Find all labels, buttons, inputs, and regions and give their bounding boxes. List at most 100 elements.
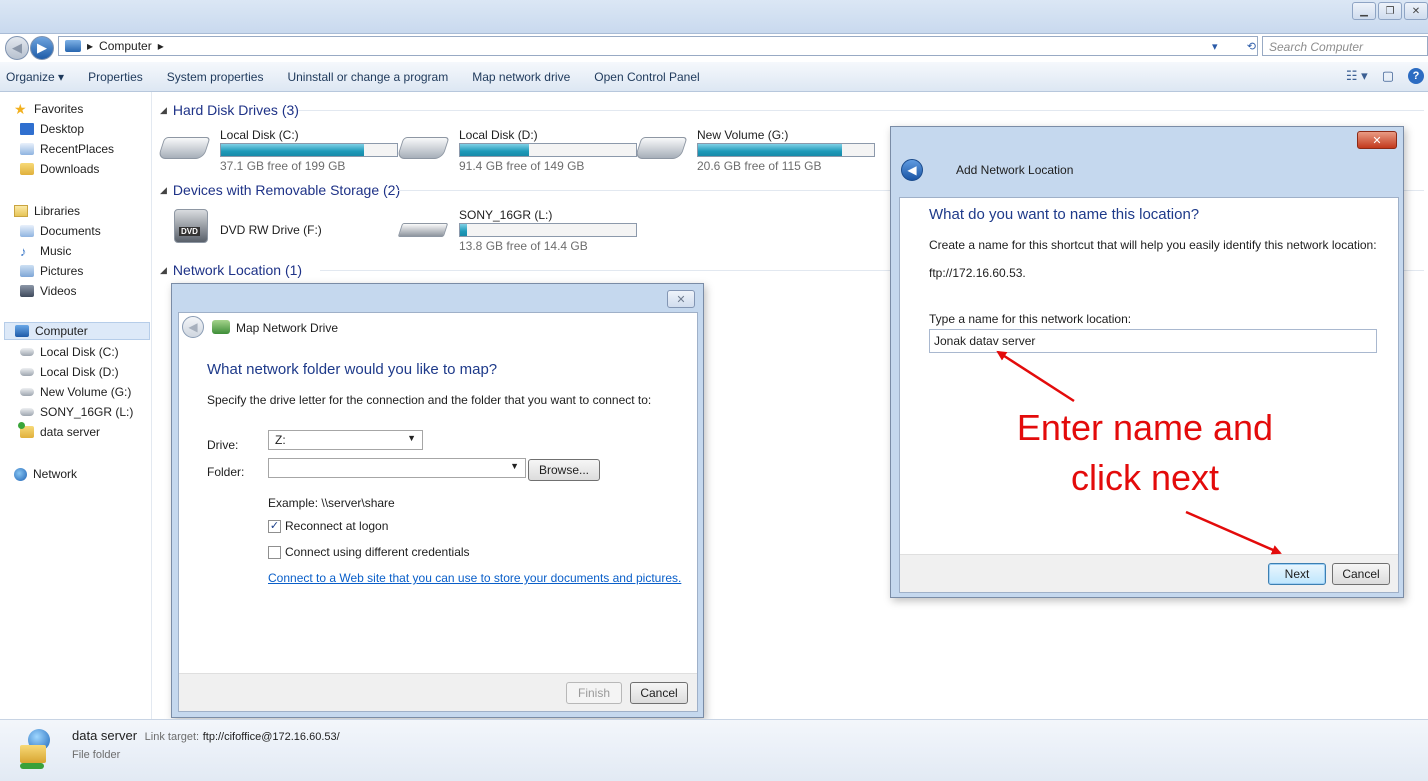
sidebar-item-new-volume-g[interactable]: New Volume (G:) [20, 383, 131, 401]
close-icon[interactable]: ✕ [1404, 2, 1428, 20]
open-control-panel-button[interactable]: Open Control Panel [582, 70, 711, 84]
drive-item-d[interactable]: Local Disk (D:) 91.4 GB free of 149 GB [396, 127, 637, 173]
group-header-network[interactable]: ◢ Network Location (1) [160, 261, 302, 279]
details-type: File folder [72, 749, 121, 761]
usage-bar-fill [698, 144, 843, 156]
maximize-icon[interactable]: ❐ [1378, 2, 1402, 20]
sidebar-item-pictures[interactable]: Pictures [20, 262, 83, 280]
sidebar-item-desktop[interactable]: Desktop [20, 120, 84, 138]
sidebar-item-libraries[interactable]: Libraries [14, 202, 80, 220]
libraries-icon [14, 205, 28, 217]
pictures-icon [20, 265, 34, 277]
star-icon: ★ [14, 101, 27, 117]
sidebar-item-videos[interactable]: Videos [20, 282, 76, 300]
hard-disk-icon [634, 137, 688, 159]
back-arrow-icon[interactable]: ◀ [182, 316, 204, 338]
group-header-removable[interactable]: ◢ Devices with Removable Storage (2) [160, 181, 400, 199]
usage-bar-fill [460, 224, 468, 236]
breadcrumb-computer[interactable]: Computer [99, 39, 152, 53]
minimize-icon[interactable]: ▁ [1352, 2, 1376, 20]
dialog-body: ◀ Map Network Drive What network folder … [178, 312, 698, 712]
chevron-down-icon: ▼ [510, 461, 519, 471]
drive-label: Drive: [207, 438, 239, 452]
drive-item-c[interactable]: Local Disk (C:) 37.1 GB free of 199 GB [157, 127, 398, 173]
sidebar-item-favorites[interactable]: ★ Favorites [14, 100, 83, 118]
sidebar-item-data-server[interactable]: data server [18, 422, 100, 441]
music-icon: ♪ [20, 243, 27, 259]
sidebar-item-recentplaces[interactable]: RecentPlaces [20, 140, 114, 158]
drive-item-g[interactable]: New Volume (G:) 20.6 GB free of 115 GB [634, 127, 875, 173]
back-arrow-icon[interactable]: ◀ [901, 159, 923, 181]
close-icon[interactable]: ✕ [667, 290, 695, 308]
folder-combo[interactable]: ▼ [268, 458, 526, 478]
hard-disk-icon [157, 137, 211, 159]
disk-icon [20, 348, 34, 356]
dialog-instruction: Specify the drive letter for the connect… [207, 393, 652, 407]
finish-button[interactable]: Finish [566, 682, 622, 704]
reconnect-label: Reconnect at logon [285, 519, 389, 533]
dialog-title: Map Network Drive [236, 321, 339, 335]
preview-pane-icon[interactable]: ▢ [1382, 68, 1394, 84]
sidebar-item-downloads[interactable]: Downloads [20, 160, 99, 178]
system-properties-button[interactable]: System properties [155, 70, 276, 84]
details-link-target: ftp://cifoffice@172.16.60.53/ [202, 731, 340, 743]
history-dropdown-icon[interactable]: ▾ [1212, 40, 1218, 53]
drive-letter-select[interactable]: Z: ▼ [268, 430, 423, 450]
sidebar-item-local-disk-d[interactable]: Local Disk (D:) [20, 363, 119, 381]
uninstall-program-button[interactable]: Uninstall or change a program [275, 70, 460, 84]
refresh-icon[interactable]: ⟲ [1247, 40, 1256, 53]
network-folder-icon [18, 422, 34, 438]
downloads-icon [20, 163, 34, 175]
cancel-button[interactable]: Cancel [1332, 563, 1390, 585]
collapse-icon: ◢ [160, 104, 167, 115]
folder-label: Folder: [207, 465, 245, 479]
drive-item-f[interactable]: DVD DVD RW Drive (F:) [168, 207, 404, 253]
cancel-button[interactable]: Cancel [630, 682, 688, 704]
network-drive-icon [212, 320, 230, 334]
usage-bar [697, 143, 875, 157]
dialog-heading: What network folder would you like to ma… [207, 361, 498, 378]
annotation-text: Enter name and click next [1016, 407, 1274, 498]
sidebar-item-local-disk-c[interactable]: Local Disk (C:) [20, 343, 119, 361]
properties-button[interactable]: Properties [76, 70, 155, 84]
sidebar-item-documents[interactable]: Documents [20, 222, 101, 240]
reconnect-checkbox[interactable]: ✓ [268, 520, 281, 533]
dialog-footer: Next Cancel [900, 554, 1398, 592]
details-link-label: Link target: [144, 731, 200, 743]
different-credentials-checkbox[interactable] [268, 546, 281, 559]
sidebar-item-network[interactable]: Network [14, 465, 77, 483]
back-button[interactable]: ◀ [5, 36, 29, 60]
help-icon[interactable]: ? [1408, 68, 1424, 84]
chevron-down-icon: ▼ [407, 433, 416, 443]
computer-icon [15, 325, 29, 337]
group-header-hard-disks[interactable]: ◢ Hard Disk Drives (3) [160, 101, 299, 119]
chevron-right-icon[interactable]: ▸ [158, 39, 164, 53]
dialog-heading: What do you want to name this location? [929, 206, 1200, 223]
usb-drive-icon [397, 223, 449, 237]
collapse-icon: ◢ [160, 184, 167, 195]
search-input[interactable]: Search Computer [1262, 36, 1428, 56]
address-bar[interactable]: ▸ Computer ▸ [58, 36, 1258, 56]
view-options-icon[interactable]: ☷ ▾ [1346, 68, 1368, 84]
map-network-drive-button[interactable]: Map network drive [460, 70, 582, 84]
next-button[interactable]: Next [1268, 563, 1326, 585]
web-site-link[interactable]: Connect to a Web site that you can use t… [268, 571, 681, 585]
hard-disk-icon [396, 137, 450, 159]
different-credentials-label: Connect using different credentials [285, 545, 470, 559]
folder-example: Example: \\server\share [268, 496, 395, 510]
sidebar-item-music[interactable]: ♪ Music [20, 242, 71, 260]
organize-button[interactable]: Organize ▾ [0, 70, 76, 84]
browse-button[interactable]: Browse... [528, 459, 600, 481]
dialog-footer: Finish Cancel [179, 673, 697, 711]
close-icon[interactable]: ✕ [1357, 131, 1397, 149]
documents-icon [20, 225, 34, 237]
chevron-right-icon[interactable]: ▸ [87, 39, 93, 53]
forward-button[interactable]: ▶ [30, 36, 54, 60]
dialog-body: What do you want to name this location? … [899, 197, 1399, 593]
location-name-input[interactable]: Jonak datav server [929, 329, 1377, 353]
sidebar-item-sony-l[interactable]: SONY_16GR (L:) [20, 403, 133, 421]
usage-bar-fill [460, 144, 529, 156]
sidebar-item-computer[interactable]: Computer [4, 322, 150, 340]
drive-item-l[interactable]: SONY_16GR (L:) 13.8 GB free of 14.4 GB [397, 207, 637, 253]
desktop-icon [20, 123, 34, 135]
